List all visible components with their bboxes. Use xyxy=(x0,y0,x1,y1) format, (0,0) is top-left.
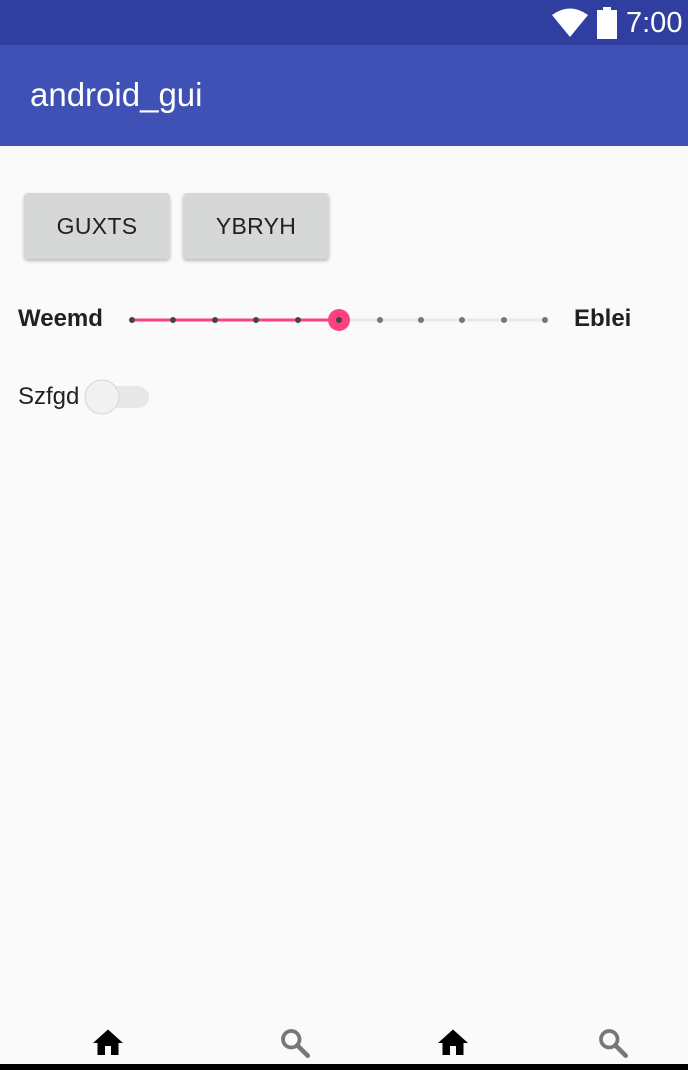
slider-tick xyxy=(377,317,383,323)
slider-tick xyxy=(170,317,176,323)
slider-tick xyxy=(295,317,301,323)
switch-thumb[interactable] xyxy=(84,379,120,415)
page-title: android_gui xyxy=(30,76,203,113)
slider-tick xyxy=(212,317,218,323)
ybryh-button[interactable]: YBRYH xyxy=(183,193,329,259)
home-icon[interactable] xyxy=(90,1025,126,1061)
status-time: 7:00 xyxy=(626,7,683,39)
battery-icon xyxy=(597,7,617,39)
slider-tick xyxy=(459,317,465,323)
wifi-icon xyxy=(552,8,588,37)
search-icon[interactable] xyxy=(595,1025,631,1061)
slider-tick xyxy=(336,317,342,323)
slider-tick xyxy=(542,317,548,323)
slider-tick xyxy=(129,317,135,323)
status-bar: 7:00 xyxy=(0,0,688,45)
slider-tick xyxy=(253,317,259,323)
slider-tick xyxy=(501,317,507,323)
bottom-bar xyxy=(0,1064,688,1070)
slider-max-label: Eblei xyxy=(574,305,632,332)
switch-label: Szfgd xyxy=(18,383,80,410)
guxts-button[interactable]: GUXTS xyxy=(24,193,170,259)
toggle-switch[interactable] xyxy=(80,378,152,418)
home-icon[interactable] xyxy=(435,1025,471,1061)
slider-min-label: Weemd xyxy=(18,305,103,332)
slider-tick xyxy=(418,317,424,323)
app-bar: android_gui xyxy=(0,45,688,146)
discrete-slider[interactable] xyxy=(120,300,560,340)
search-icon[interactable] xyxy=(277,1025,313,1061)
